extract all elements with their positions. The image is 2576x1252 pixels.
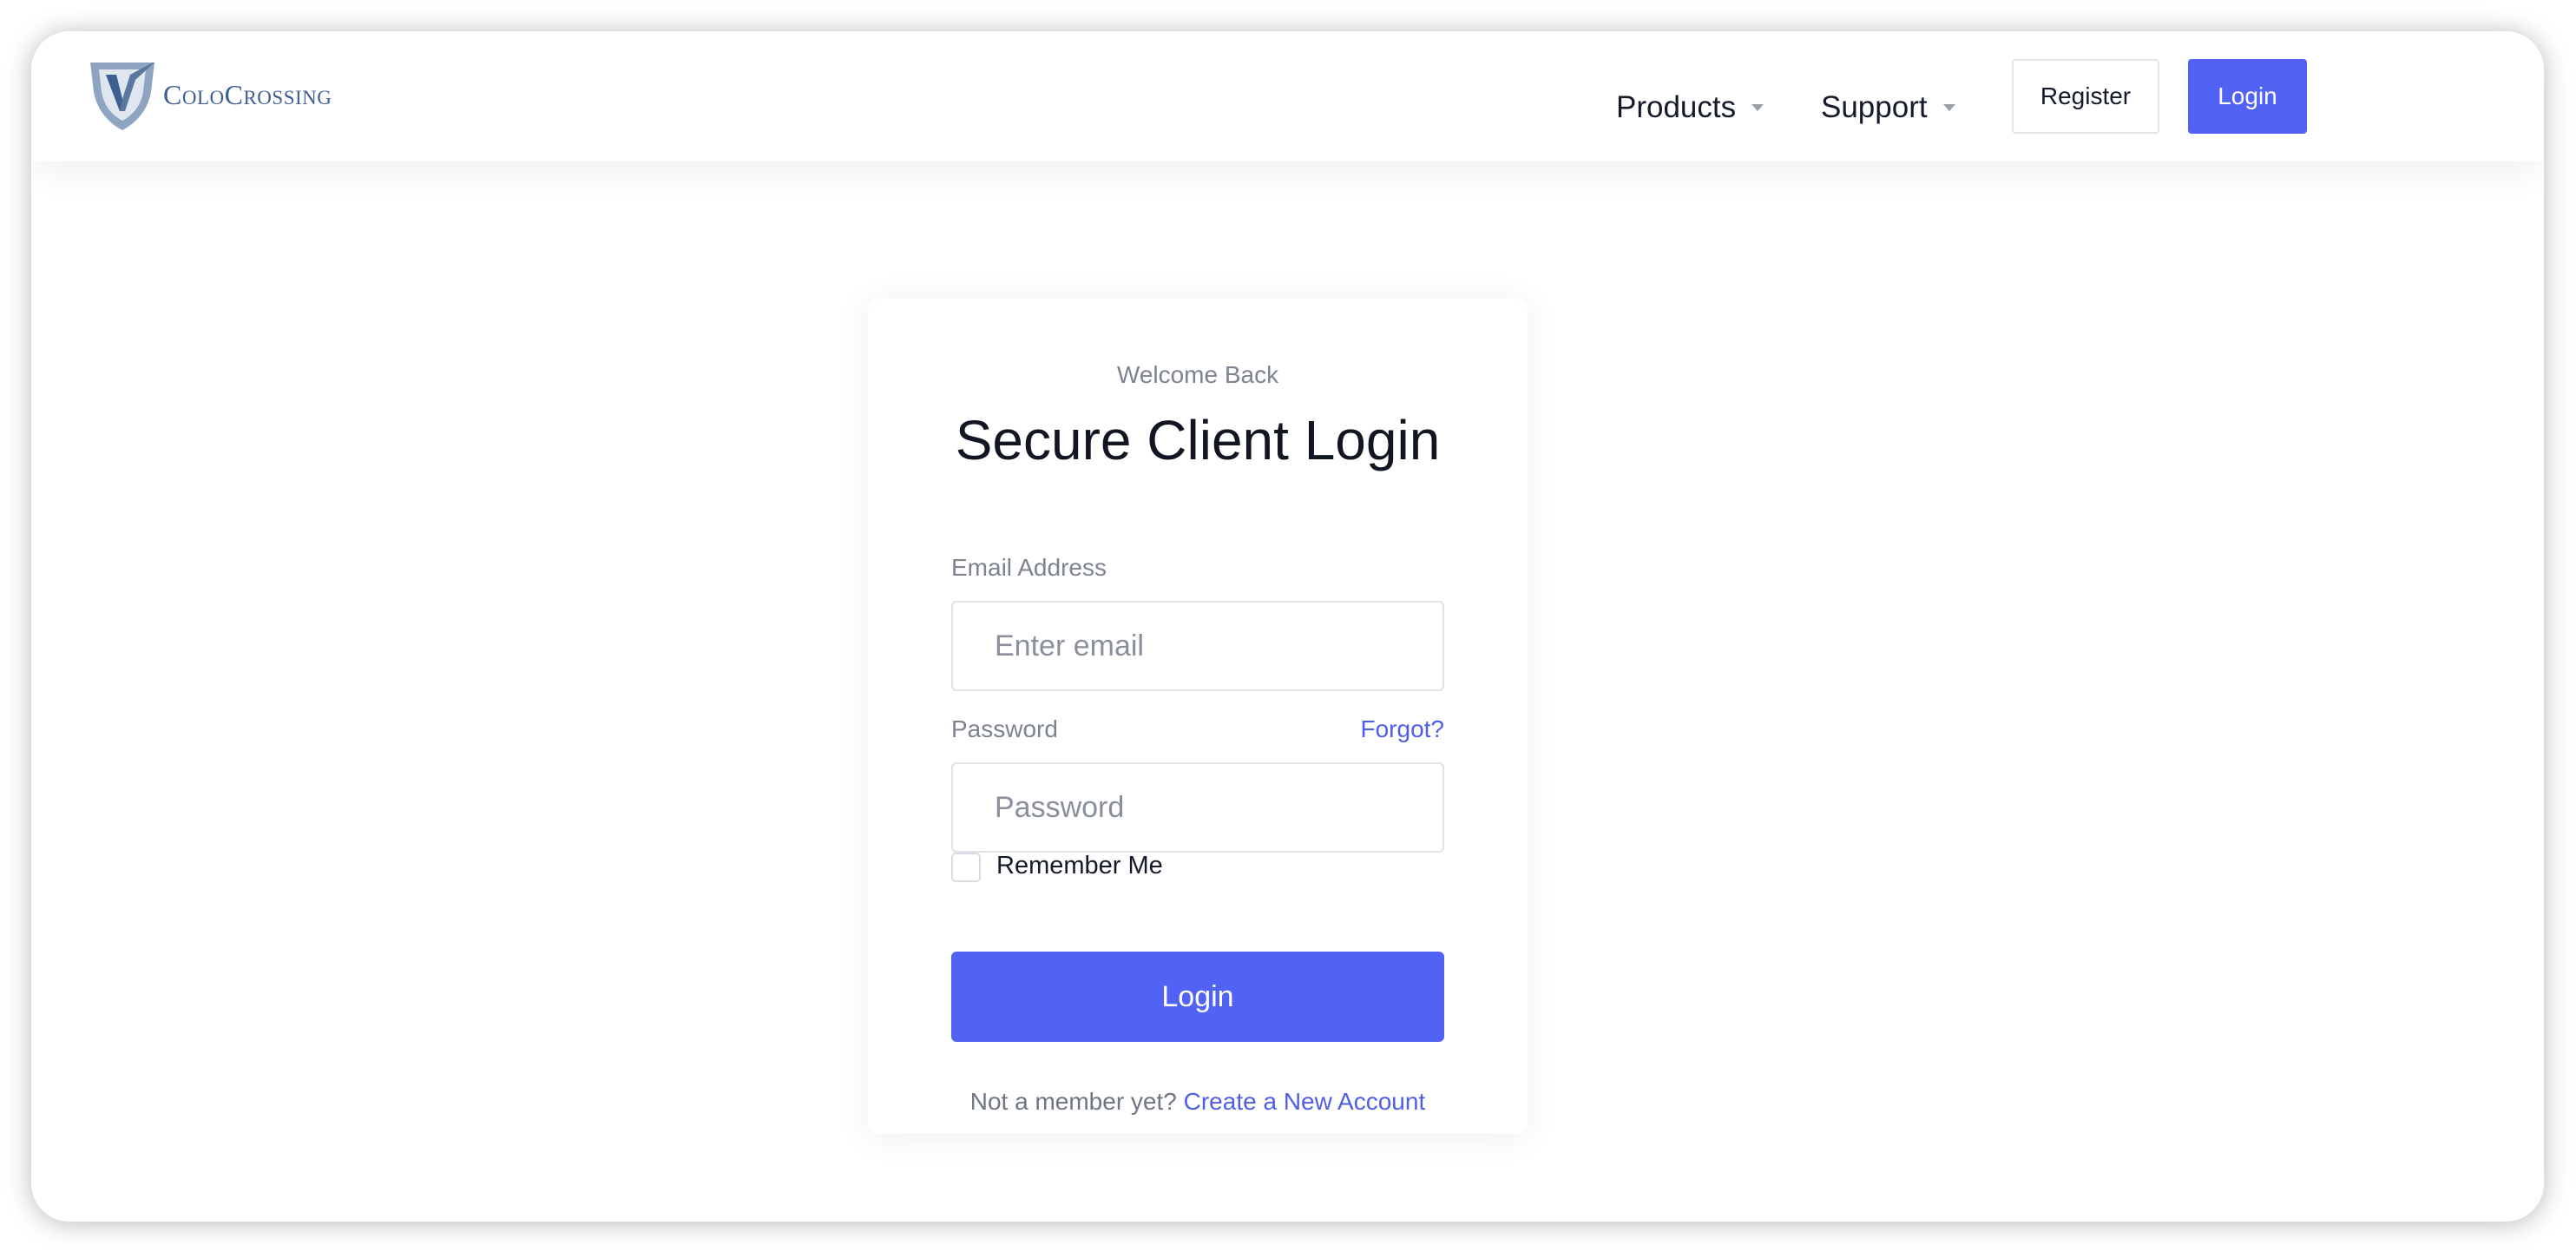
browser-window: C OLO C ROSSING Products Support Register L…: [31, 31, 2544, 1222]
create-account-link[interactable]: Create a New Account: [1184, 1088, 1426, 1115]
signup-prompt: Not a member yet? Create a New Account: [868, 1088, 1528, 1116]
email-label: Email Address: [951, 554, 1107, 581]
register-button[interactable]: Register: [2012, 59, 2159, 134]
nav-support[interactable]: Support: [1821, 90, 1955, 125]
login-card: Welcome Back Secure Client Login Email A…: [868, 299, 1528, 1134]
nav-support-label: Support: [1821, 90, 1928, 124]
caret-down-icon: [1942, 104, 1955, 111]
shield-v-logo-icon: [90, 63, 154, 130]
nav-products[interactable]: Products: [1616, 90, 1764, 125]
remember-me-checkbox[interactable]: [951, 853, 981, 882]
page-title: Secure Client Login: [955, 409, 1441, 471]
welcome-text: Welcome Back: [1116, 361, 1279, 388]
signup-prompt-text: Not a member yet?: [969, 1088, 1177, 1115]
site-header: C OLO C ROSSING Products Support Register L…: [31, 31, 2544, 161]
colocrossing-logo[interactable]: C OLO C ROSSING: [87, 57, 332, 132]
forgot-password-link[interactable]: Forgot?: [1361, 715, 1445, 743]
remember-me-label[interactable]: Remember Me: [996, 852, 1163, 880]
password-field[interactable]: [951, 762, 1444, 853]
email-field[interactable]: [951, 601, 1444, 691]
password-label: Password: [951, 715, 1058, 742]
header-login-button[interactable]: Login: [2188, 59, 2307, 134]
caret-down-icon: [1751, 104, 1764, 111]
login-submit-button[interactable]: Login: [951, 952, 1444, 1042]
logo-wordmark: C OLO C ROSSING: [163, 79, 332, 110]
nav-products-label: Products: [1616, 90, 1737, 124]
